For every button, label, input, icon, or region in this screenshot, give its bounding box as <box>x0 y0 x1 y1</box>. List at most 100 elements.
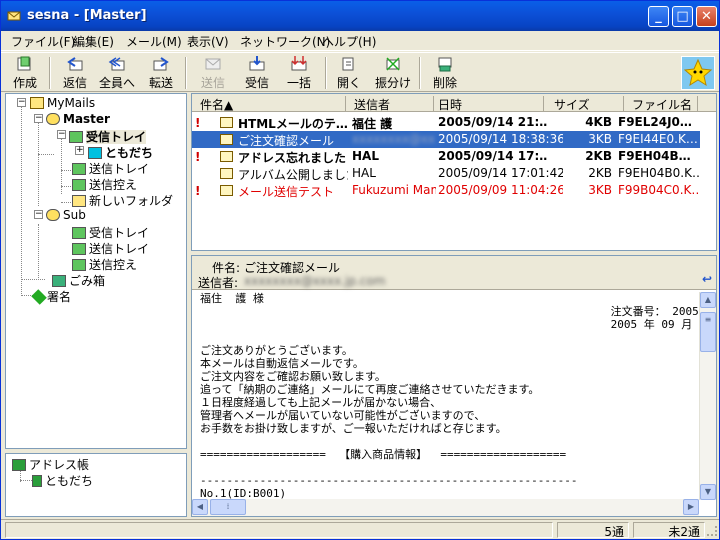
column-sender[interactable]: 送信者 <box>350 96 434 112</box>
mail-open-icon <box>220 168 233 179</box>
scroll-thumb[interactable]: ≡ <box>700 312 716 352</box>
table-row[interactable]: アルバム公開しました HAL 2005/09/14 17:01:42 2KB F… <box>192 165 700 182</box>
compose-button[interactable]: 作成 <box>5 55 45 91</box>
sent-icon <box>72 259 86 271</box>
message-preview: 件名: ご注文確認メール 送信者: xxxxxxxx@xxxx.jp.com ↩… <box>191 255 717 517</box>
minimize-button[interactable]: _ <box>648 6 669 27</box>
table-row[interactable]: ! HTMLメールのテ… 福住 護 2005/09/14 21:… 4KB F9… <box>192 114 700 131</box>
sent-icon <box>72 179 86 191</box>
collapse-toggle[interactable]: − <box>57 130 66 139</box>
outbox-icon <box>72 243 86 255</box>
batch-button[interactable]: 一括 <box>279 55 319 91</box>
column-date[interactable]: 日時 <box>434 96 544 112</box>
reply-icon <box>67 57 83 71</box>
mail-icon <box>220 151 233 162</box>
tree-item-sub-sent[interactable]: 送信控え <box>72 256 137 272</box>
folder-icon <box>88 147 102 159</box>
pen-icon <box>31 289 47 305</box>
tree-item-mymails[interactable]: MyMails <box>30 96 95 112</box>
scroll-right-button[interactable]: ▶ <box>683 499 699 515</box>
resize-grip[interactable] <box>707 526 717 536</box>
tree-item-master[interactable]: Master <box>46 112 110 128</box>
expand-toggle[interactable]: + <box>75 146 84 155</box>
close-button[interactable]: ✕ <box>696 6 717 27</box>
column-size[interactable]: サイズ <box>550 96 624 112</box>
reply-arrow-icon[interactable]: ↩ <box>702 272 712 286</box>
table-row[interactable]: ! メール送信テスト Fukuzumi Mam… 2005/09/09 11:0… <box>192 182 700 199</box>
account-face-icon <box>46 113 60 125</box>
batch-icon <box>291 56 307 71</box>
address-book: アドレス帳 ともだち <box>5 453 187 517</box>
collapse-toggle[interactable]: − <box>17 98 26 107</box>
status-bar: 5通 未2通 <box>1 519 719 539</box>
folder-tree: − − − + − MyMails Master 受信トレイ ともだち 送信トレ… <box>5 93 187 449</box>
inbox-icon <box>69 131 83 143</box>
maximize-button[interactable]: □ <box>672 6 693 27</box>
table-row[interactable]: ! アドレス忘れました HAL 2005/09/14 17:… 2KB F9EH… <box>192 148 700 165</box>
table-row[interactable]: ご注文確認メール xxxxxxxx@xxxxx 2005/09/14 18:38… <box>192 131 700 148</box>
collapse-toggle[interactable]: − <box>34 114 43 123</box>
column-filename[interactable]: ファイル名 <box>628 96 698 112</box>
tree-item-sent[interactable]: 送信控え <box>72 176 137 192</box>
receive-button[interactable]: 受信 <box>237 55 277 91</box>
tree-item-sub[interactable]: Sub <box>46 208 86 224</box>
menu-view[interactable]: 表示(V) <box>187 33 229 50</box>
address-book-root[interactable]: アドレス帳 <box>12 456 89 472</box>
collapse-toggle[interactable]: − <box>34 210 43 219</box>
mailbox-icon <box>30 97 44 109</box>
address-group-friends[interactable]: ともだち <box>32 472 93 488</box>
trash-icon <box>52 275 66 287</box>
unread-count: 未2通 <box>633 522 705 539</box>
mail-open-icon <box>220 134 233 145</box>
inbox-icon <box>72 227 86 239</box>
menu-mail[interactable]: メール(M) <box>126 33 182 50</box>
priority-flag: ! <box>195 150 201 164</box>
menu-file[interactable]: ファイル(F) <box>11 33 75 50</box>
tree-item-signature[interactable]: 署名 <box>31 288 71 305</box>
tree-item-friends[interactable]: ともだち <box>88 144 153 160</box>
compose-icon <box>17 56 31 71</box>
address-book-icon <box>12 459 26 471</box>
menu-help[interactable]: ヘルプ(H) <box>322 33 376 50</box>
status-message <box>5 522 553 538</box>
horizontal-scrollbar[interactable]: ◀ ⁞ ▶ <box>192 499 699 516</box>
app-logo <box>681 56 715 90</box>
column-subject[interactable]: 件名▲ <box>196 96 346 112</box>
menu-network[interactable]: ネットワーク(N) <box>240 33 330 50</box>
reply-all-icon <box>108 57 125 71</box>
tree-item-inbox[interactable]: 受信トレイ <box>69 128 147 144</box>
mail-icon <box>220 117 233 128</box>
reply-all-button[interactable]: 全員へ <box>97 55 137 91</box>
send-button[interactable]: 送信 <box>193 55 233 91</box>
title-bar[interactable]: sesna - [Master] _ □ ✕ <box>1 1 719 31</box>
app-icon <box>7 11 21 21</box>
toolbar-separator <box>49 57 51 89</box>
vertical-scrollbar[interactable]: ▲ ≡ ▼ <box>699 292 716 500</box>
scroll-thumb[interactable]: ⁞ <box>210 499 246 515</box>
sort-button[interactable]: 振分け <box>373 55 413 91</box>
open-icon <box>342 57 354 71</box>
priority-flag: ! <box>195 184 201 198</box>
open-button[interactable]: 開く <box>329 55 369 91</box>
main-window: sesna - [Master] _ □ ✕ ファイル(F) 編集(E) メール… <box>0 0 720 540</box>
reply-button[interactable]: 返信 <box>55 55 95 91</box>
tree-item-new-folder[interactable]: 新しいフォルダ <box>72 192 173 208</box>
menu-bar: ファイル(F) 編集(E) メール(M) 表示(V) ネットワーク(N) ヘルプ… <box>1 31 719 51</box>
tree-item-sub-outbox[interactable]: 送信トレイ <box>72 240 149 256</box>
tree-item-sub-inbox[interactable]: 受信トレイ <box>72 224 149 240</box>
tree-item-trash[interactable]: ごみ箱 <box>52 272 105 288</box>
outbox-icon <box>72 163 86 175</box>
scroll-up-button[interactable]: ▲ <box>700 292 716 308</box>
star-mascot-icon <box>683 58 713 87</box>
contact-icon <box>32 475 42 487</box>
delete-button[interactable]: 削除 <box>425 55 465 91</box>
scroll-left-button[interactable]: ◀ <box>192 499 208 515</box>
account-face-icon <box>46 209 60 221</box>
forward-icon <box>153 57 169 71</box>
tree-item-outbox[interactable]: 送信トレイ <box>72 160 149 176</box>
toolbar: 作成 返信 全員へ 転送 送信 受信 一括 開く 振分け 削除 <box>1 52 719 92</box>
menu-edit[interactable]: 編集(E) <box>73 33 114 50</box>
scroll-down-button[interactable]: ▼ <box>700 484 716 500</box>
forward-button[interactable]: 転送 <box>141 55 181 91</box>
window-title: sesna - [Master] <box>27 8 147 23</box>
